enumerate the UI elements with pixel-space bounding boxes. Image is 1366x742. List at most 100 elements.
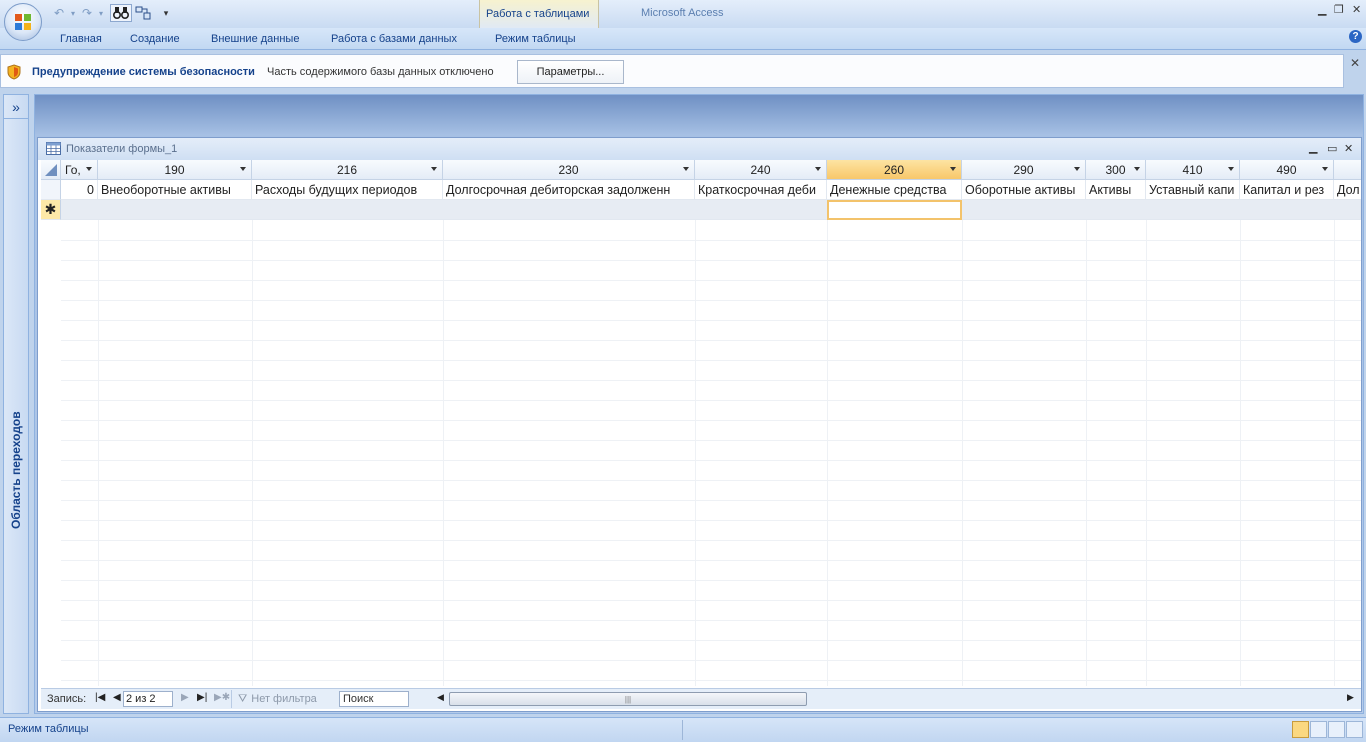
restore-icon[interactable]: ❐ — [1334, 3, 1344, 16]
datasheet-maximize-icon[interactable]: ▭ — [1327, 142, 1337, 155]
grid-line — [61, 380, 1361, 381]
column-header-190[interactable]: 190 — [98, 160, 252, 180]
tab-external-data[interactable]: Внешние данные — [211, 33, 299, 45]
column-header-290[interactable]: 290 — [962, 160, 1086, 180]
tab-home[interactable]: Главная — [60, 33, 102, 45]
horizontal-scrollbar-thumb[interactable]: ||| — [449, 692, 807, 706]
column-header-300[interactable]: 300 — [1086, 160, 1146, 180]
column-header-240[interactable]: 240 — [695, 160, 827, 180]
column-dropdown-icon[interactable] — [1134, 167, 1140, 171]
column-dropdown-icon[interactable] — [86, 167, 92, 171]
new-record-row[interactable] — [61, 200, 1361, 220]
security-message-bar: Предупреждение системы безопасности Част… — [0, 54, 1344, 88]
column-dropdown-icon[interactable] — [1228, 167, 1234, 171]
table-cell[interactable]: Внеоборотные активы — [98, 180, 252, 200]
table-cell[interactable]: Дол — [1334, 180, 1361, 200]
help-icon[interactable]: ? — [1349, 30, 1362, 43]
minimize-icon[interactable]: ▁ — [1318, 3, 1326, 16]
column-header-490[interactable]: 490 — [1240, 160, 1334, 180]
next-record-icon[interactable]: ▶ — [181, 692, 189, 703]
grid-line — [61, 560, 1361, 561]
column-header-label: 230 — [558, 162, 579, 177]
expand-nav-pane-button[interactable]: » — [4, 95, 28, 119]
select-all-corner[interactable] — [41, 160, 61, 180]
close-message-bar-icon[interactable]: ✕ — [1350, 56, 1360, 70]
grid-line — [61, 360, 1361, 361]
grid-line — [252, 220, 253, 686]
table-icon — [46, 142, 61, 155]
binoculars-icon[interactable] — [110, 4, 132, 22]
active-cell[interactable] — [827, 200, 962, 220]
grid-line — [61, 440, 1361, 441]
grid-line — [61, 300, 1361, 301]
new-record-marker[interactable]: ✱ — [41, 200, 61, 220]
datasheet-view-icon[interactable] — [1292, 721, 1309, 738]
column-header-260[interactable]: 260 — [827, 160, 962, 180]
undo-icon[interactable]: ↶ — [50, 4, 68, 22]
grid-line — [61, 660, 1361, 661]
column-dropdown-icon[interactable] — [950, 167, 956, 171]
redo-icon[interactable]: ↷ — [78, 4, 96, 22]
datasheet-minimize-icon[interactable]: ▁ — [1309, 141, 1317, 154]
last-record-icon[interactable]: ▶| — [197, 692, 207, 703]
column-header-label: 300 — [1105, 162, 1126, 177]
column-header-next[interactable] — [1334, 160, 1361, 180]
grid-line — [61, 280, 1361, 281]
grid-line — [98, 220, 99, 686]
row-selector[interactable] — [41, 180, 61, 200]
column-dropdown-icon[interactable] — [1322, 167, 1328, 171]
column-header-label: 410 — [1182, 162, 1203, 177]
tab-create[interactable]: Создание — [130, 33, 180, 45]
column-header-label: 490 — [1276, 162, 1297, 177]
new-record-icon[interactable]: ▶✱ — [214, 692, 230, 703]
table-cell[interactable]: Уставный капи — [1146, 180, 1240, 200]
pivot-table-view-icon[interactable] — [1310, 721, 1327, 738]
scroll-right-icon[interactable]: ▶ — [1347, 692, 1357, 706]
column-header-230[interactable]: 230 — [443, 160, 695, 180]
column-header-216[interactable]: 216 — [252, 160, 443, 180]
table-cell[interactable]: Активы — [1086, 180, 1146, 200]
customize-qat-icon[interactable]: ▾ — [160, 4, 172, 22]
design-view-icon[interactable] — [1346, 721, 1363, 738]
options-button[interactable]: Параметры... — [517, 60, 624, 84]
column-header-label: 260 — [883, 162, 905, 177]
tab-database-tools[interactable]: Работа с базами данных — [331, 33, 457, 45]
table-cell[interactable]: Долгосрочная дебиторская задолженн — [443, 180, 695, 200]
grid-line — [61, 460, 1361, 461]
undo-dropdown-icon[interactable]: ▾ — [68, 4, 78, 22]
datasheet-close-icon[interactable]: ✕ — [1344, 142, 1353, 155]
grid-line — [61, 680, 1361, 681]
relationships-icon[interactable] — [132, 4, 154, 22]
previous-record-icon[interactable]: ◀ — [113, 692, 121, 703]
column-dropdown-icon[interactable] — [240, 167, 246, 171]
column-dropdown-icon[interactable] — [1074, 167, 1080, 171]
scroll-left-icon[interactable]: ◀ — [437, 692, 447, 706]
search-input[interactable]: Поиск — [339, 691, 409, 707]
status-bar: Режим таблицы — [0, 717, 1366, 742]
table-cell[interactable]: Краткосрочная деби — [695, 180, 827, 200]
current-record-input[interactable]: 2 из 2 — [123, 691, 173, 707]
table-cell[interactable]: Оборотные активы — [962, 180, 1086, 200]
table-cell[interactable]: Денежные средства — [827, 180, 962, 200]
column-dropdown-icon[interactable] — [683, 167, 689, 171]
column-dropdown-icon[interactable] — [815, 167, 821, 171]
table-cell[interactable]: Расходы будущих периодов — [252, 180, 443, 200]
pivot-chart-view-icon[interactable] — [1328, 721, 1345, 738]
tab-datasheet[interactable]: Режим таблицы — [495, 33, 576, 45]
first-record-icon[interactable]: |◀ — [95, 692, 105, 703]
grid-line — [61, 240, 1361, 241]
close-icon[interactable]: ✕ — [1352, 3, 1361, 16]
datasheet-grid[interactable]: Го, 190 216 230 240 260 290 300 410 490 … — [41, 160, 1361, 686]
table-cell[interactable]: 0 — [61, 180, 98, 200]
column-header-label: 190 — [164, 162, 185, 177]
column-dropdown-icon[interactable] — [431, 167, 437, 171]
grid-line — [61, 260, 1361, 261]
navigation-pane[interactable]: » Область переходов — [3, 94, 29, 714]
grid-line — [962, 220, 963, 686]
office-button[interactable] — [4, 3, 42, 41]
redo-dropdown-icon[interactable]: ▾ — [96, 4, 106, 22]
column-header-year[interactable]: Го, — [61, 160, 98, 180]
table-cell[interactable]: Капитал и рез — [1240, 180, 1334, 200]
column-header-410[interactable]: 410 — [1146, 160, 1240, 180]
filter-status[interactable]: ⛛ Нет фильтра — [231, 690, 331, 708]
